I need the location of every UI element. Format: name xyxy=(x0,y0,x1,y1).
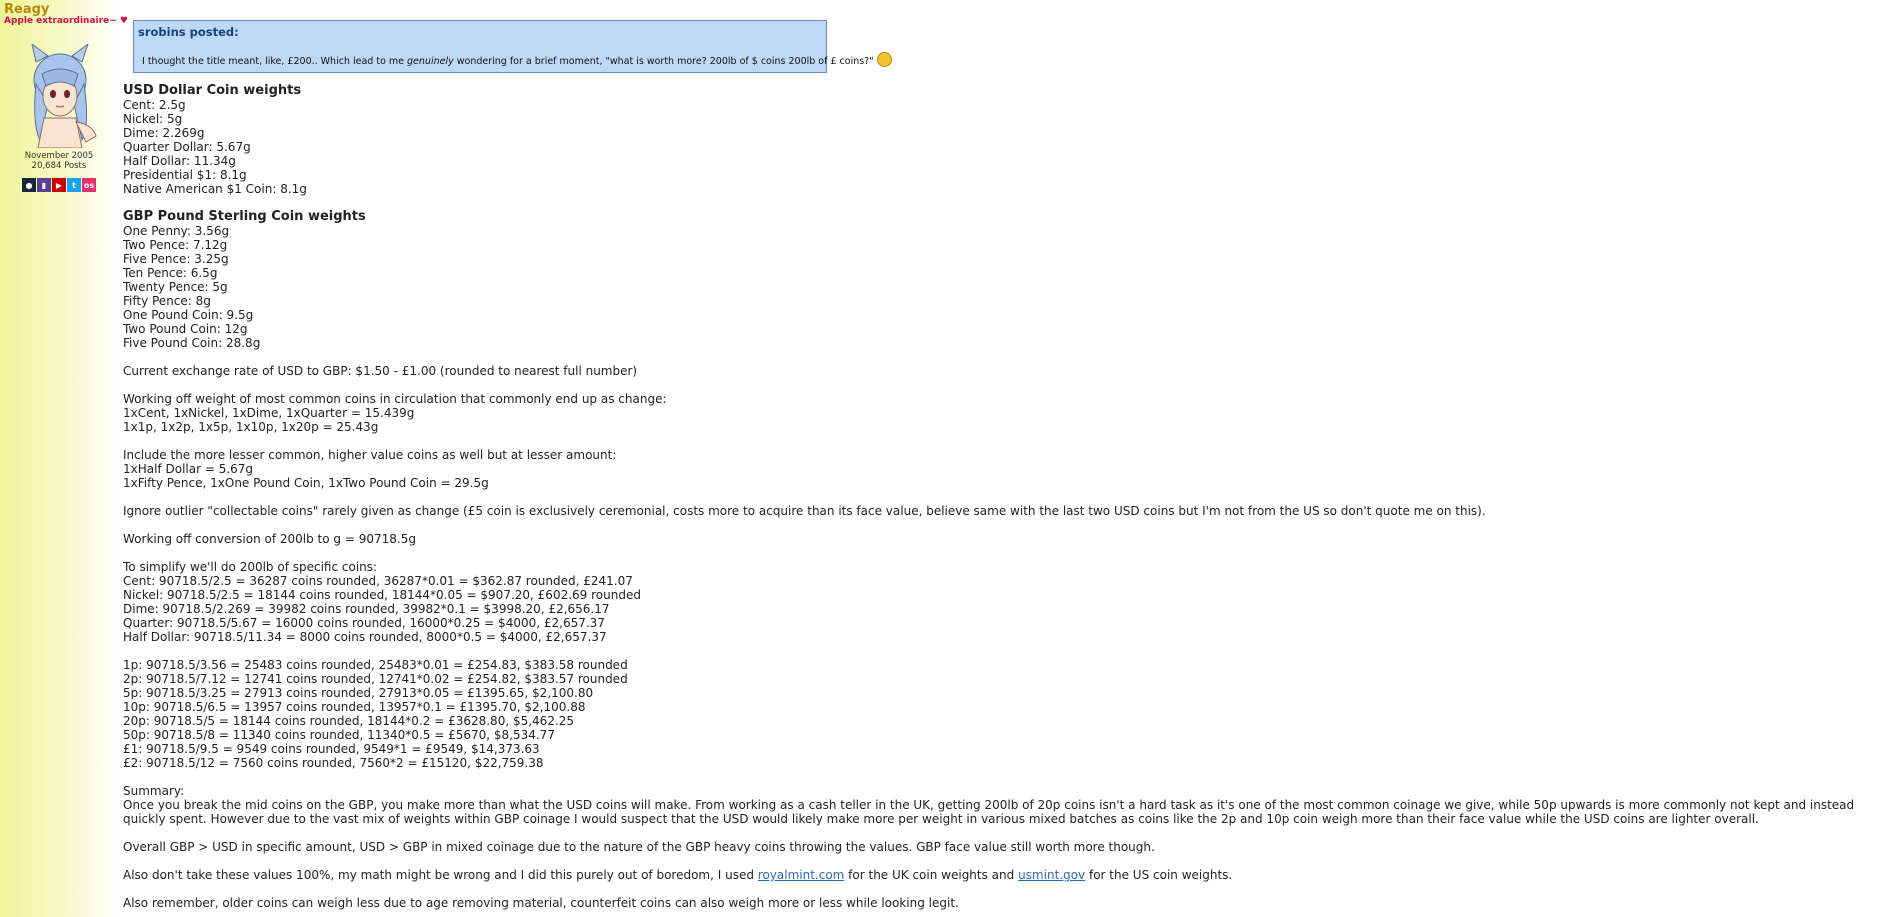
simplify-intro: To simplify we'll do 200lb of specific c… xyxy=(123,560,378,574)
quote-box: srobins posted: I thought the title mean… xyxy=(133,20,892,73)
disclaimer-after: for the US coin weights. xyxy=(1085,868,1233,882)
list-item: 5p: 90718.5/3.25 = 27913 coins rounded, … xyxy=(123,686,594,700)
list-item: Half Dollar: 90718.5/11.34 = 8000 coins … xyxy=(123,630,607,644)
list-item: Ten Pence: 6.5g xyxy=(123,266,218,280)
join-date: November 2005 xyxy=(24,151,94,161)
user-title: Apple extraordinaire~ ♥ xyxy=(4,16,128,26)
list-item: Twenty Pence: 5g xyxy=(123,280,228,294)
post-count: 20,684 Posts xyxy=(31,161,87,171)
summary-label: Summary: xyxy=(123,784,185,798)
ignore-note: Ignore outlier "collectable coins" rarel… xyxy=(123,504,1486,518)
avatar[interactable] xyxy=(22,42,100,149)
quote-text: I thought the title meant, like, £200.. … xyxy=(142,52,892,69)
list-item: Quarter Dollar: 5.67g xyxy=(123,140,251,154)
list-item: 20p: 90718.5/5 = 18144 coins rounded, 18… xyxy=(123,714,575,728)
common-gbp: 1x1p, 1x2p, 1x5p, 1x10p, 1x20p = 25.43g xyxy=(123,420,379,434)
usmint-link[interactable]: usmint.gov xyxy=(1018,868,1085,882)
remember-note: Also remember, older coins can weigh les… xyxy=(123,896,959,910)
list-item: One Pound Coin: 9.5g xyxy=(123,308,254,322)
list-item: Five Pound Coin: 28.8g xyxy=(123,336,261,350)
conversion-note: Working off conversion of 200lb to g = 9… xyxy=(123,532,416,546)
usd-calc-list: Cent: 90718.5/2.5 = 36287 coins rounded,… xyxy=(123,574,1881,644)
list-item: 10p: 90718.5/6.5 = 13957 coins rounded, … xyxy=(123,700,586,714)
usd-heading: USD Dollar Coin weights xyxy=(123,83,302,98)
list-item: Nickel: 90718.5/2.5 = 18144 coins rounde… xyxy=(123,588,641,602)
disclaimer-before: Also don't take these values 100%, my ma… xyxy=(123,868,758,882)
list-item: Cent: 2.5g xyxy=(123,98,186,112)
list-item: One Penny: 3.56g xyxy=(123,224,230,238)
list-item: Native American $1 Coin: 8.1g xyxy=(123,182,307,196)
list-item: Dime: 90718.5/2.269 = 39982 coins rounde… xyxy=(123,602,610,616)
steam-icon[interactable]: ● xyxy=(22,178,36,192)
lesser-usd: 1xHalf Dollar = 5.67g xyxy=(123,462,254,476)
usd-weights-list: Cent: 2.5g Nickel: 5g Dime: 2.269g Quart… xyxy=(123,98,1881,196)
list-item: Nickel: 5g xyxy=(123,112,183,126)
smiley-icon xyxy=(876,52,892,67)
twitter-icon[interactable]: t xyxy=(67,178,81,192)
list-item: Cent: 90718.5/2.5 = 36287 coins rounded,… xyxy=(123,574,633,588)
royalmint-link[interactable]: royalmint.com xyxy=(758,868,845,882)
disclaimer: Also don't take these values 100%, my ma… xyxy=(123,868,1881,882)
lesser-intro: Include the more lesser common, higher v… xyxy=(123,448,617,462)
youtube-icon[interactable]: ▶ xyxy=(52,178,66,192)
user-stats: November 2005 20,684 Posts xyxy=(0,151,118,171)
gbp-heading: GBP Pound Sterling Coin weights xyxy=(123,209,366,224)
common-intro: Working off weight of most common coins … xyxy=(123,392,667,406)
quote-text-before: I thought the title meant, like, £200.. … xyxy=(142,56,408,67)
quote-author[interactable]: srobins posted: xyxy=(138,25,239,39)
list-item: 50p: 90718.5/8 = 11340 coins rounded, 11… xyxy=(123,728,555,742)
list-item: Fifty Pence: 8g xyxy=(123,294,211,308)
list-item: Two Pence: 7.12g xyxy=(123,238,228,252)
list-item: £1: 90718.5/9.5 = 9549 coins rounded, 95… xyxy=(123,742,540,756)
list-item: Two Pound Coin: 12g xyxy=(123,322,248,336)
quote-text-emphasis: genuinely xyxy=(407,56,454,67)
list-item: Presidential $1: 8.1g xyxy=(123,168,247,182)
user-sidebar: Reagy Apple extraordinaire~ ♥ November 2… xyxy=(0,0,128,917)
list-item: 1p: 90718.5/3.56 = 25483 coins rounded, … xyxy=(123,658,628,672)
list-item: £2: 90718.5/12 = 7560 coins rounded, 756… xyxy=(123,756,544,770)
summary-text: Once you break the mid coins on the GBP,… xyxy=(123,798,1855,826)
post-body: USD Dollar Coin weights Cent: 2.5g Nicke… xyxy=(123,83,1881,911)
twitch-icon[interactable]: ▮ xyxy=(37,178,51,192)
osu-icon[interactable]: os xyxy=(82,178,96,192)
overall-note: Overall GBP > USD in specific amount, US… xyxy=(123,840,1155,854)
exchange-rate: Current exchange rate of USD to GBP: $1.… xyxy=(123,364,638,378)
list-item: Quarter: 90718.5/5.67 = 16000 coins roun… xyxy=(123,616,605,630)
list-item: Half Dollar: 11.34g xyxy=(123,154,236,168)
list-item: 2p: 90718.5/7.12 = 12741 coins rounded, … xyxy=(123,672,628,686)
social-links: ● ▮ ▶ t os xyxy=(22,178,96,192)
gbp-calc-list: 1p: 90718.5/3.56 = 25483 coins rounded, … xyxy=(123,658,1881,770)
disclaimer-middle: for the UK coin weights and xyxy=(844,868,1019,882)
gbp-weights-list: One Penny: 3.56g Two Pence: 7.12g Five P… xyxy=(123,224,1881,350)
username[interactable]: Reagy xyxy=(4,2,49,17)
lesser-gbp: 1xFifty Pence, 1xOne Pound Coin, 1xTwo P… xyxy=(123,476,489,490)
common-usd: 1xCent, 1xNickel, 1xDime, 1xQuarter = 15… xyxy=(123,406,415,420)
quote-text-after: wondering for a brief moment, "what is w… xyxy=(453,56,874,67)
list-item: Five Pence: 3.25g xyxy=(123,252,229,266)
list-item: Dime: 2.269g xyxy=(123,126,205,140)
